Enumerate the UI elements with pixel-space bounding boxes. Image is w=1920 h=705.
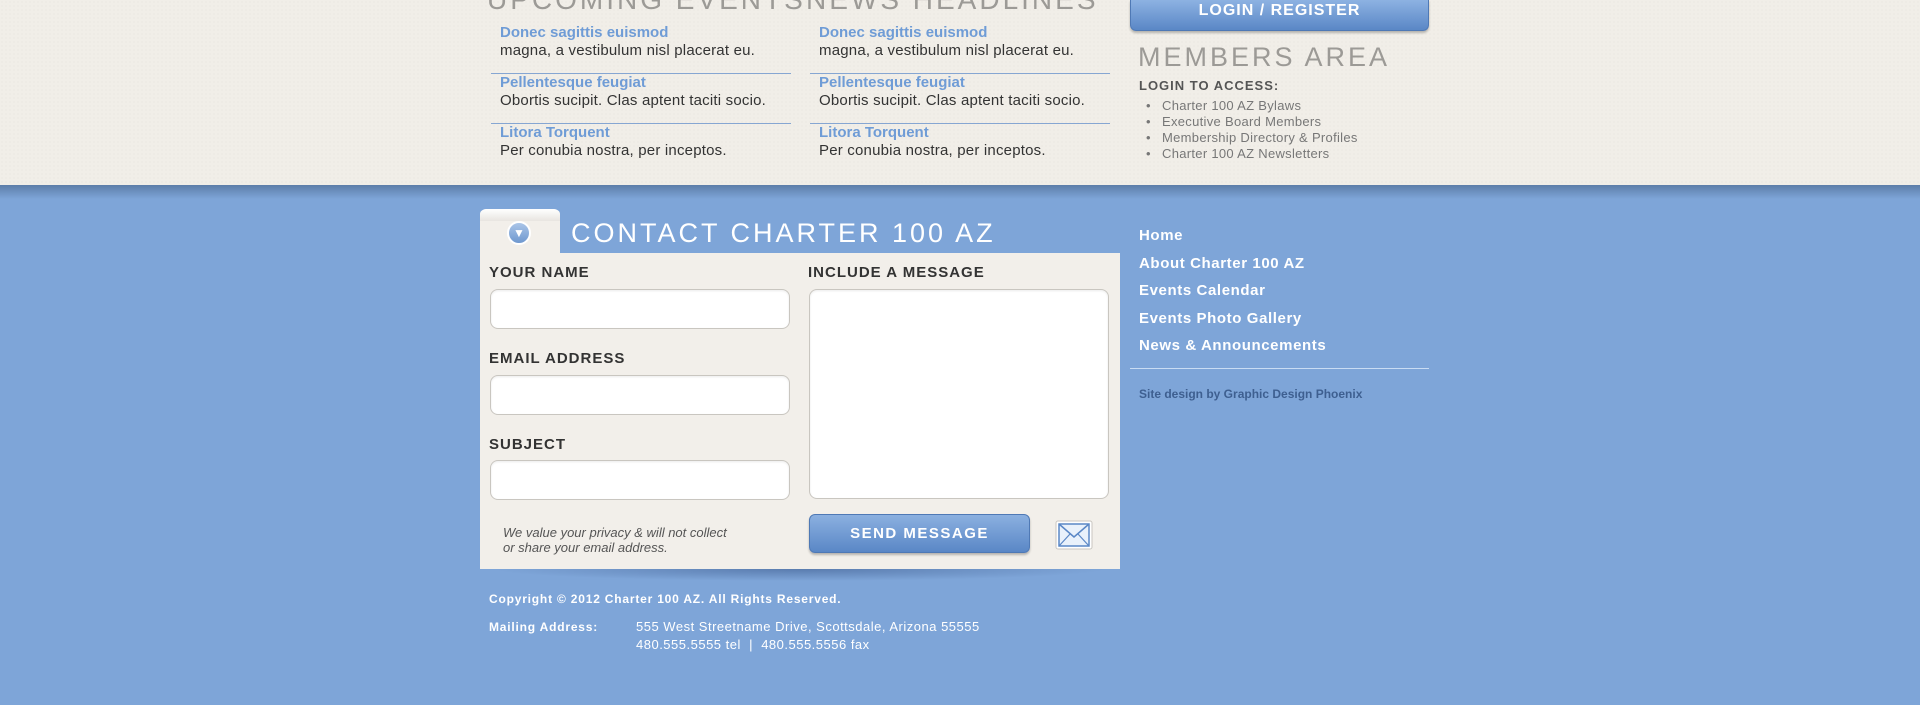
subject-field[interactable] xyxy=(490,460,790,500)
list-item[interactable]: Donec sagittis euismod magna, a vestibul… xyxy=(491,24,791,74)
upcoming-events-list: Donec sagittis euismod magna, a vestibul… xyxy=(491,24,791,174)
email-field[interactable] xyxy=(490,375,790,415)
message-textarea[interactable] xyxy=(809,289,1109,499)
section-divider-shadow xyxy=(0,185,1920,199)
event-text: Obortis sucipit. Clas aptent taciti soci… xyxy=(500,92,767,109)
news-headlines-list: Donec sagittis euismod magna, a vestibul… xyxy=(810,24,1110,174)
nav-item-events-calendar[interactable]: Events Calendar xyxy=(1139,277,1326,305)
message-label: INCLUDE A MESSAGE xyxy=(808,264,985,281)
login-to-access-label: LOGIN TO ACCESS: xyxy=(1139,78,1280,93)
event-title[interactable]: Donec sagittis euismod xyxy=(500,24,781,42)
form-shadow xyxy=(490,569,1110,581)
bullet-icon: • xyxy=(1146,146,1151,161)
name-field[interactable] xyxy=(490,289,790,329)
nav-item-home[interactable]: Home xyxy=(1139,222,1326,250)
mailing-address-label: Mailing Address: xyxy=(489,620,599,634)
subject-label: SUBJECT xyxy=(489,436,567,453)
address-line: 555 West Streetname Drive, Scottsdale, A… xyxy=(636,619,980,634)
news-title[interactable]: Litora Torquent xyxy=(819,124,1100,142)
event-text: magna, a vestibulum nisl placerat eu. xyxy=(500,42,756,59)
bullet-icon: • xyxy=(1146,98,1151,113)
list-item[interactable]: Litora Torquent Per conubia nostra, per … xyxy=(491,124,791,174)
send-message-button[interactable]: SEND MESSAGE xyxy=(809,514,1030,553)
members-list-item[interactable]: • Executive Board Members xyxy=(1140,114,1358,130)
footer-nav: Home About Charter 100 AZ Events Calenda… xyxy=(1139,222,1326,360)
chevron-down-icon: ▼ xyxy=(507,221,531,245)
phone-fax-line: 480.555.5555 tel | 480.555.5556 fax xyxy=(636,637,870,652)
name-label: YOUR NAME xyxy=(489,264,590,281)
email-label: EMAIL ADDRESS xyxy=(489,350,626,367)
list-item[interactable]: Donec sagittis euismod magna, a vestibul… xyxy=(810,24,1110,74)
envelope-icon xyxy=(1055,520,1093,550)
news-text: Obortis sucipit. Clas aptent taciti soci… xyxy=(819,92,1086,109)
members-list: • Charter 100 AZ Bylaws • Executive Board … xyxy=(1140,98,1358,162)
list-item[interactable]: Pellentesque feugiat Obortis sucipit. Cl… xyxy=(491,74,791,124)
privacy-note: We value your privacy & will not collect… xyxy=(503,525,727,555)
news-title[interactable]: Donec sagittis euismod xyxy=(819,24,1100,42)
members-list-item[interactable]: • Charter 100 AZ Bylaws xyxy=(1140,98,1358,114)
news-text: Per conubia nostra, per inceptos. xyxy=(819,142,1046,159)
list-item[interactable]: Litora Torquent Per conubia nostra, per … xyxy=(810,124,1110,174)
members-list-item[interactable]: • Membership Directory & Profiles xyxy=(1140,130,1358,146)
event-title[interactable]: Litora Torquent xyxy=(500,124,781,142)
copyright-text: Copyright © 2012 Charter 100 AZ. All Rig… xyxy=(489,592,842,606)
bullet-icon: • xyxy=(1146,114,1151,129)
news-title[interactable]: Pellentesque feugiat xyxy=(819,74,1100,92)
nav-item-about[interactable]: About Charter 100 AZ xyxy=(1139,250,1326,278)
nav-divider xyxy=(1130,368,1429,369)
upcoming-events-heading: UPCOMING EVENTS xyxy=(487,0,806,16)
list-item[interactable]: Pellentesque feugiat Obortis sucipit. Cl… xyxy=(810,74,1110,124)
login-register-button[interactable]: LOGIN / REGISTER xyxy=(1130,0,1429,31)
site-credit-link[interactable]: Site design by Graphic Design Phoenix xyxy=(1139,387,1362,401)
news-headlines-heading: NEWS HEADLINES xyxy=(806,0,1099,16)
contact-heading: CONTACT CHARTER 100 AZ xyxy=(571,218,996,248)
news-text: magna, a vestibulum nisl placerat eu. xyxy=(819,42,1075,59)
event-text: Per conubia nostra, per inceptos. xyxy=(500,142,727,159)
event-title[interactable]: Pellentesque feugiat xyxy=(500,74,781,92)
members-area-heading: MEMBERS AREA xyxy=(1138,42,1391,72)
nav-item-photo-gallery[interactable]: Events Photo Gallery xyxy=(1139,305,1326,333)
nav-item-news[interactable]: News & Announcements xyxy=(1139,332,1326,360)
members-list-item[interactable]: • Charter 100 AZ Newsletters xyxy=(1140,146,1358,162)
contact-tab-roof xyxy=(480,209,560,221)
bullet-icon: • xyxy=(1146,130,1151,145)
